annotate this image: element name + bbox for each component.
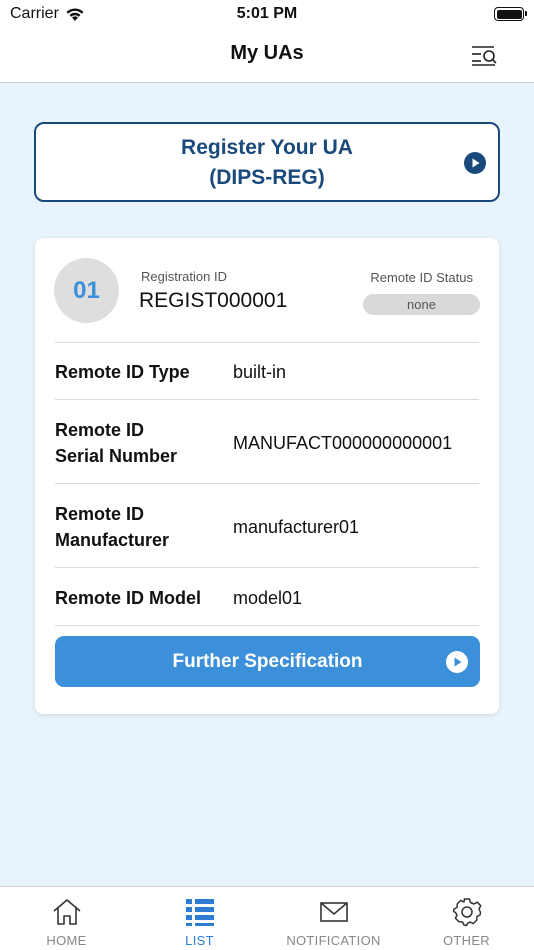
register-ua-button[interactable]: Register Your UA (DIPS-REG) — [34, 122, 500, 202]
manufacturer-value: manufacturer01 — [233, 517, 360, 537]
divider — [55, 399, 479, 400]
registration-id-value: REGIST000001 — [139, 289, 288, 312]
model-value: model01 — [233, 588, 303, 608]
home-icon — [52, 899, 81, 925]
remote-id-status-label: Remote ID Status — [370, 270, 473, 285]
remote-id-type-value: built-in — [233, 362, 287, 382]
mail-icon — [319, 902, 348, 922]
manufacturer-label-line1: Remote ID — [55, 504, 145, 524]
tab-list-label: LIST — [185, 933, 214, 948]
serial-number-label-line1: Remote ID — [55, 420, 145, 440]
battery-icon — [494, 7, 527, 21]
tab-notification[interactable]: NOTIFICATION — [267, 887, 400, 950]
tab-other[interactable]: OTHER — [400, 887, 533, 950]
status-badge: none — [363, 294, 480, 315]
tab-notification-label: NOTIFICATION — [286, 933, 381, 948]
list-icon — [185, 899, 214, 926]
nav-bar: My UAs — [0, 28, 534, 83]
play-circle-icon — [464, 152, 486, 174]
serial-number-label-line2: Serial Number — [55, 446, 178, 466]
filter-search-icon[interactable] — [470, 43, 498, 67]
register-label: Register Your UA — [181, 136, 353, 159]
divider — [55, 483, 479, 484]
tab-home[interactable]: HOME — [0, 887, 133, 950]
registration-id-label: Registration ID — [141, 269, 227, 284]
status-bar: Carrier 5:01 PM — [0, 0, 534, 28]
page-title: My UAs — [230, 42, 304, 64]
remote-id-type-label: Remote ID Type — [55, 362, 190, 382]
divider — [55, 342, 479, 343]
tab-list[interactable]: LIST — [133, 887, 266, 950]
divider — [55, 567, 479, 568]
gear-icon — [452, 898, 482, 927]
divider — [55, 625, 479, 626]
tab-home-label: HOME — [46, 933, 87, 948]
play-circle-icon — [446, 651, 468, 673]
ua-index-badge: 01 — [54, 258, 119, 323]
tab-bar: HOME LIST NOTIFICATION OTHER — [0, 886, 534, 950]
model-label: Remote ID Model — [55, 588, 202, 608]
serial-number-value: MANUFACT000000000001 — [233, 433, 453, 453]
tab-other-label: OTHER — [443, 933, 490, 948]
further-specification-button[interactable]: Further Specification — [55, 636, 480, 687]
manufacturer-label-line2: Manufacturer — [55, 530, 170, 550]
further-specification-label: Further Specification — [172, 651, 363, 672]
clock: 5:01 PM — [236, 5, 298, 22]
ua-card: 01 Registration ID REGIST000001 Remote I… — [35, 238, 499, 714]
register-sublabel: (DIPS-REG) — [209, 166, 325, 189]
